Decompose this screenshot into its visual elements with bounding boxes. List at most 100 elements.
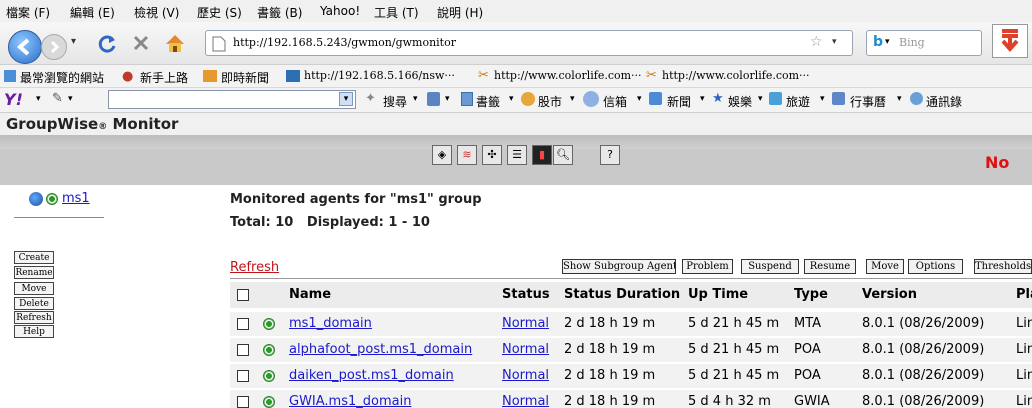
- agent-name-link[interactable]: alphafoot_post.ms1_domain: [289, 342, 472, 357]
- yahoo-contacts[interactable]: 通訊錄: [926, 93, 962, 110]
- agent-version: 8.0.1 (08/26/2009): [862, 342, 985, 357]
- dropdown-icon[interactable]: ▾: [637, 94, 642, 104]
- yahoo-calendar[interactable]: 行事曆: [850, 93, 886, 110]
- download-arrow-icon: [1001, 29, 1019, 53]
- menu-tools[interactable]: 工具 (T): [374, 4, 419, 21]
- row-checkbox[interactable]: [237, 396, 249, 408]
- dropdown-icon[interactable]: ▾: [445, 94, 450, 104]
- help-icon[interactable]: ?: [600, 145, 620, 165]
- dropdown-icon[interactable]: ▾: [700, 94, 705, 104]
- dropdown-icon[interactable]: ▾: [897, 94, 902, 104]
- row-checkbox[interactable]: [237, 370, 249, 382]
- group-name-link[interactable]: ms1: [62, 191, 90, 206]
- yahoo-travel[interactable]: 旅遊: [786, 93, 810, 110]
- bookmark-most-visited[interactable]: 最常瀏覽的網站: [20, 69, 104, 86]
- menu-edit[interactable]: 編輯 (E): [70, 4, 115, 21]
- bookmark-nsw[interactable]: http://192.168.5.166/nsw···: [304, 69, 455, 82]
- search-box[interactable]: b ▾ Bing: [866, 30, 982, 56]
- back-arrow-icon: [16, 38, 30, 56]
- yahoo-mail[interactable]: 信箱: [603, 93, 627, 110]
- resume-button[interactable]: Resume: [804, 259, 856, 274]
- yahoo-search-dropdown-icon[interactable]: ▾: [339, 92, 353, 106]
- status-link[interactable]: Normal: [502, 394, 549, 408]
- move-agents-button[interactable]: Move: [866, 259, 904, 274]
- menu-history[interactable]: 歷史 (S): [197, 4, 242, 21]
- dropdown-icon[interactable]: ▾: [758, 94, 763, 104]
- addon-button[interactable]: [992, 24, 1028, 58]
- column-status-duration[interactable]: Status Duration: [564, 287, 680, 302]
- dropdown-icon[interactable]: ▾: [820, 94, 825, 104]
- reload-icon[interactable]: [96, 32, 118, 54]
- bookmark-colorlife-1[interactable]: http://www.colorlife.com···: [494, 69, 642, 82]
- menu-yahoo[interactable]: Yahoo!: [320, 4, 360, 18]
- search-icon[interactable]: 🔍︎: [553, 145, 573, 165]
- delete-button[interactable]: Delete: [14, 297, 54, 310]
- refresh-link[interactable]: Refresh: [230, 260, 279, 275]
- link-icon[interactable]: ✣: [482, 145, 502, 165]
- search-engine-dropdown-icon[interactable]: ▾: [885, 37, 890, 47]
- history-dropdown-icon[interactable]: ▾: [71, 36, 76, 47]
- rss-icon: [203, 70, 217, 82]
- help-button[interactable]: Help: [14, 325, 54, 338]
- row-checkbox[interactable]: [237, 344, 249, 356]
- shield-icon[interactable]: [427, 92, 440, 106]
- yahoo-stocks[interactable]: 股市: [538, 93, 562, 110]
- url-dropdown-icon[interactable]: ▾: [832, 37, 837, 47]
- yahoo-dropdown-icon[interactable]: ▾: [36, 94, 41, 104]
- row-checkbox[interactable]: [237, 318, 249, 330]
- yahoo-bookmarks[interactable]: 書籤: [476, 93, 500, 110]
- status-link[interactable]: Normal: [502, 342, 549, 357]
- bookmark-page-icon: [4, 70, 16, 82]
- status-link[interactable]: Normal: [502, 368, 549, 383]
- problem-button[interactable]: Problem: [682, 259, 733, 274]
- select-all-checkbox[interactable]: [237, 289, 249, 301]
- agent-name-link[interactable]: ms1_domain: [289, 316, 372, 331]
- dropdown-icon[interactable]: ▾: [413, 94, 418, 104]
- bookmark-colorlife-2[interactable]: http://www.colorlife.com···: [662, 69, 810, 82]
- bookmark-latest-news[interactable]: 即時新聞: [221, 69, 269, 86]
- dropdown-icon[interactable]: ▾: [570, 94, 575, 104]
- config-icon[interactable]: ☰: [507, 145, 527, 165]
- options-button[interactable]: Options: [908, 259, 963, 274]
- status-link[interactable]: Normal: [502, 316, 549, 331]
- home-icon[interactable]: [164, 32, 186, 54]
- back-button[interactable]: [8, 30, 42, 64]
- agent-name-link[interactable]: daiken_post.ms1_domain: [289, 368, 454, 383]
- agent-name-link[interactable]: GWIA.ms1_domain: [289, 394, 411, 408]
- firefox-icon: ●: [122, 69, 134, 84]
- column-name[interactable]: Name: [289, 287, 331, 302]
- rename-button[interactable]: Rename: [14, 266, 54, 279]
- menu-file[interactable]: 檔案 (F): [6, 4, 50, 21]
- yahoo-entertainment[interactable]: 娛樂: [728, 93, 752, 110]
- column-version[interactable]: Version: [862, 287, 917, 302]
- url-bar[interactable]: http://192.168.5.243/gwmon/gwmonitor ☆ ▾: [205, 30, 853, 56]
- column-type[interactable]: Type: [794, 287, 828, 302]
- menu-view[interactable]: 檢視 (V): [134, 4, 179, 21]
- refresh-button[interactable]: Refresh: [14, 311, 54, 324]
- status-icon[interactable]: ▮: [532, 145, 552, 165]
- pencil-icon[interactable]: ✎: [52, 91, 63, 106]
- create-button[interactable]: Create: [14, 251, 54, 264]
- suspend-button[interactable]: Suspend: [741, 259, 799, 274]
- log-icon[interactable]: ≋: [457, 145, 477, 165]
- yahoo-search-button[interactable]: 搜尋: [383, 93, 407, 110]
- menu-bookmarks[interactable]: 書籤 (B): [257, 4, 302, 21]
- system-icon[interactable]: ◈: [432, 145, 452, 165]
- dropdown-icon[interactable]: ▾: [509, 94, 514, 104]
- column-up-time[interactable]: Up Time: [688, 287, 748, 302]
- column-platform[interactable]: Pla: [1016, 287, 1032, 302]
- pencil-dropdown-icon[interactable]: ▾: [68, 94, 73, 104]
- yahoo-search-input[interactable]: ▾: [108, 90, 356, 109]
- move-button[interactable]: Move: [14, 282, 54, 295]
- menu-bar: 檔案 (F) 編輯 (E) 檢視 (V) 歷史 (S) 書籤 (B) Yahoo…: [0, 0, 1032, 23]
- show-subgroup-agents-button[interactable]: Show Subgroup Agents: [562, 259, 676, 274]
- menu-help[interactable]: 說明 (H): [437, 4, 483, 21]
- forward-button[interactable]: [41, 34, 67, 60]
- bookmark-star-icon[interactable]: ☆: [810, 34, 823, 50]
- yahoo-logo[interactable]: Y!: [4, 90, 23, 109]
- thresholds-button[interactable]: Thresholds: [974, 259, 1032, 274]
- yahoo-news[interactable]: 新聞: [667, 93, 691, 110]
- column-status[interactable]: Status: [502, 287, 550, 302]
- bookmark-getting-started[interactable]: 新手上路: [140, 69, 188, 86]
- stop-icon[interactable]: [132, 34, 150, 52]
